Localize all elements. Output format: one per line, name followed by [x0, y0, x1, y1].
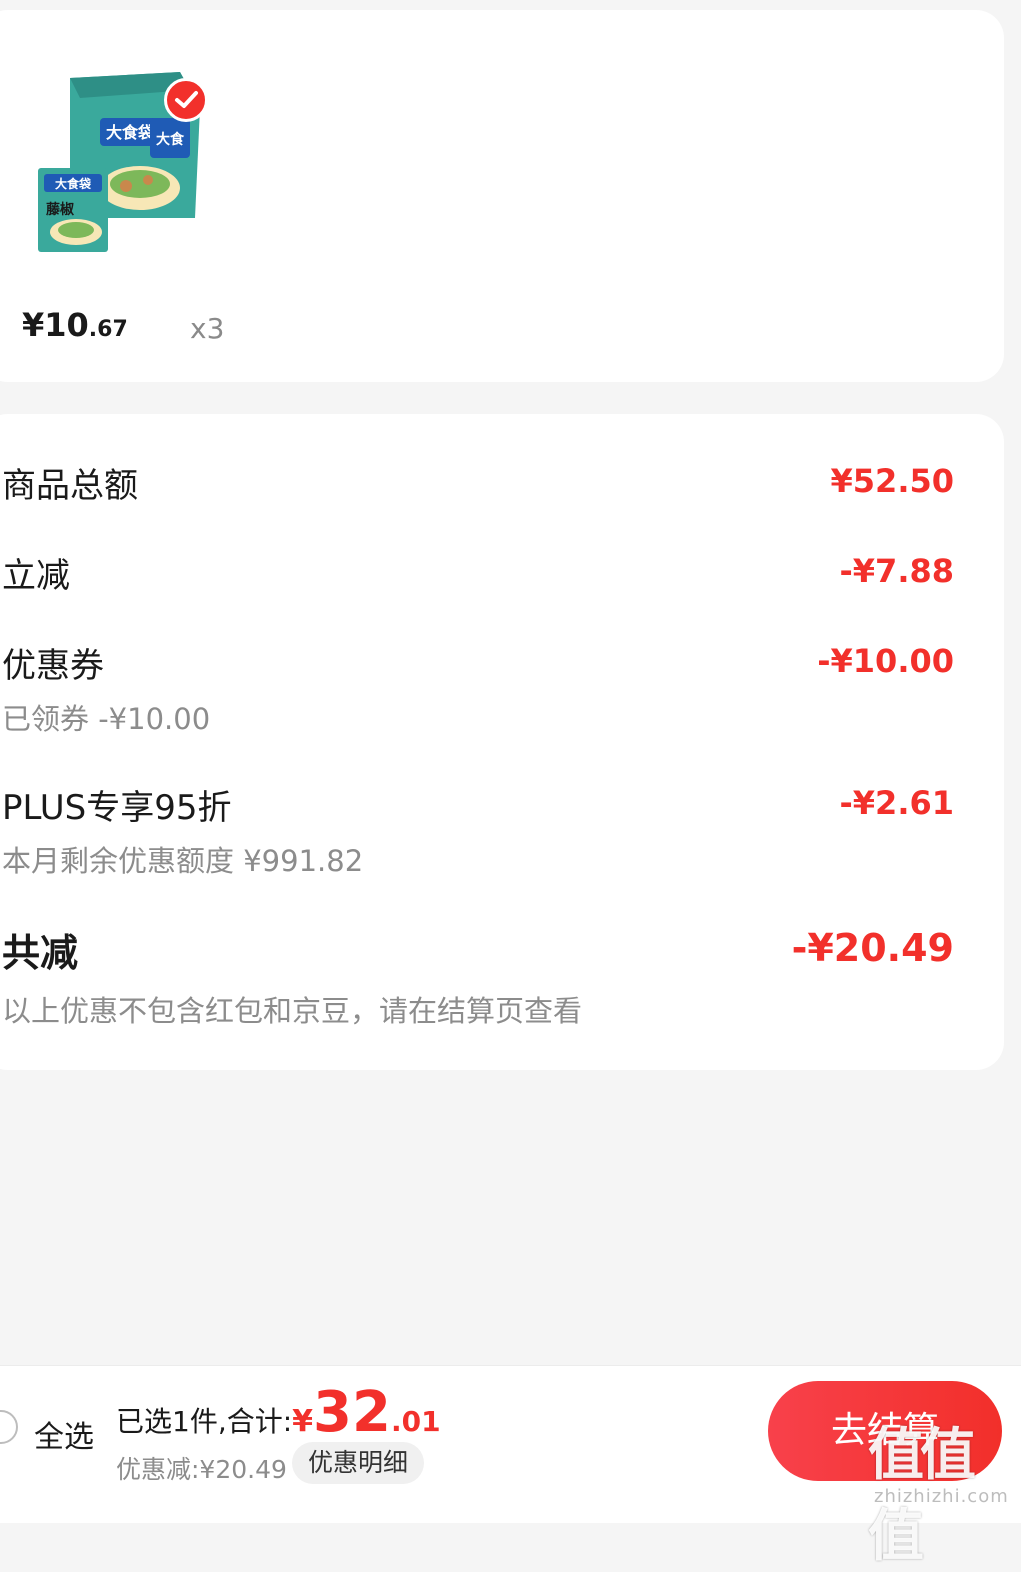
- discount-detail-button[interactable]: 优惠明细: [292, 1442, 425, 1484]
- coupon-label: 优惠券: [2, 646, 104, 686]
- svg-text:大食: 大食: [156, 131, 185, 148]
- product-card: 大食袋 大食 大食袋 藤椒 ¥10.67 x3: [0, 10, 1004, 382]
- coupon-sub: 已领券 -¥10.00: [2, 702, 211, 736]
- plus-value: -¥2.61: [839, 784, 955, 822]
- instant-cut-value: -¥7.88: [839, 552, 955, 590]
- unit-price: ¥10.67: [22, 306, 128, 344]
- goods-total-value: ¥52.50: [830, 462, 954, 500]
- selected-summary: 已选1件,合计:¥32.01: [116, 1380, 441, 1445]
- svg-text:藤椒: 藤椒: [46, 201, 74, 218]
- selected-check-icon[interactable]: [164, 78, 208, 122]
- select-all-label[interactable]: 全选: [34, 1412, 94, 1456]
- plus-sub: 本月剩余优惠额度 ¥991.82: [2, 844, 364, 878]
- coupon-value: -¥10.00: [817, 642, 954, 680]
- total-dec: .01: [390, 1405, 441, 1438]
- total-int: 32: [313, 1380, 391, 1445]
- quantity-label: x3: [190, 312, 225, 345]
- discount-card: 商品总额 ¥52.50 立减 -¥7.88 优惠券 -¥10.00 已领券 -¥…: [0, 414, 1004, 1070]
- total-currency: ¥: [292, 1404, 314, 1439]
- discount-note: 以上优惠不包含红包和京豆，请在结算页查看: [2, 994, 583, 1028]
- discount-summary: 优惠减:¥20.49: [116, 1455, 287, 1484]
- select-all-radio[interactable]: [0, 1410, 18, 1444]
- watermark-url: zhizhizhi.com: [874, 1486, 1009, 1507]
- selected-text: 已选1件,合计:: [116, 1405, 293, 1438]
- total-cut-value: -¥20.49: [791, 926, 954, 970]
- svg-text:大食袋: 大食袋: [106, 123, 155, 142]
- instant-cut-label: 立减: [2, 556, 70, 596]
- plus-label: PLUS专享95折: [2, 788, 232, 828]
- svg-text:大食袋: 大食袋: [55, 176, 92, 191]
- goods-total-label: 商品总额: [2, 466, 138, 506]
- total-cut-label: 共减: [2, 931, 79, 975]
- watermark: 值值值 zhizhizhi.com: [868, 1410, 1021, 1572]
